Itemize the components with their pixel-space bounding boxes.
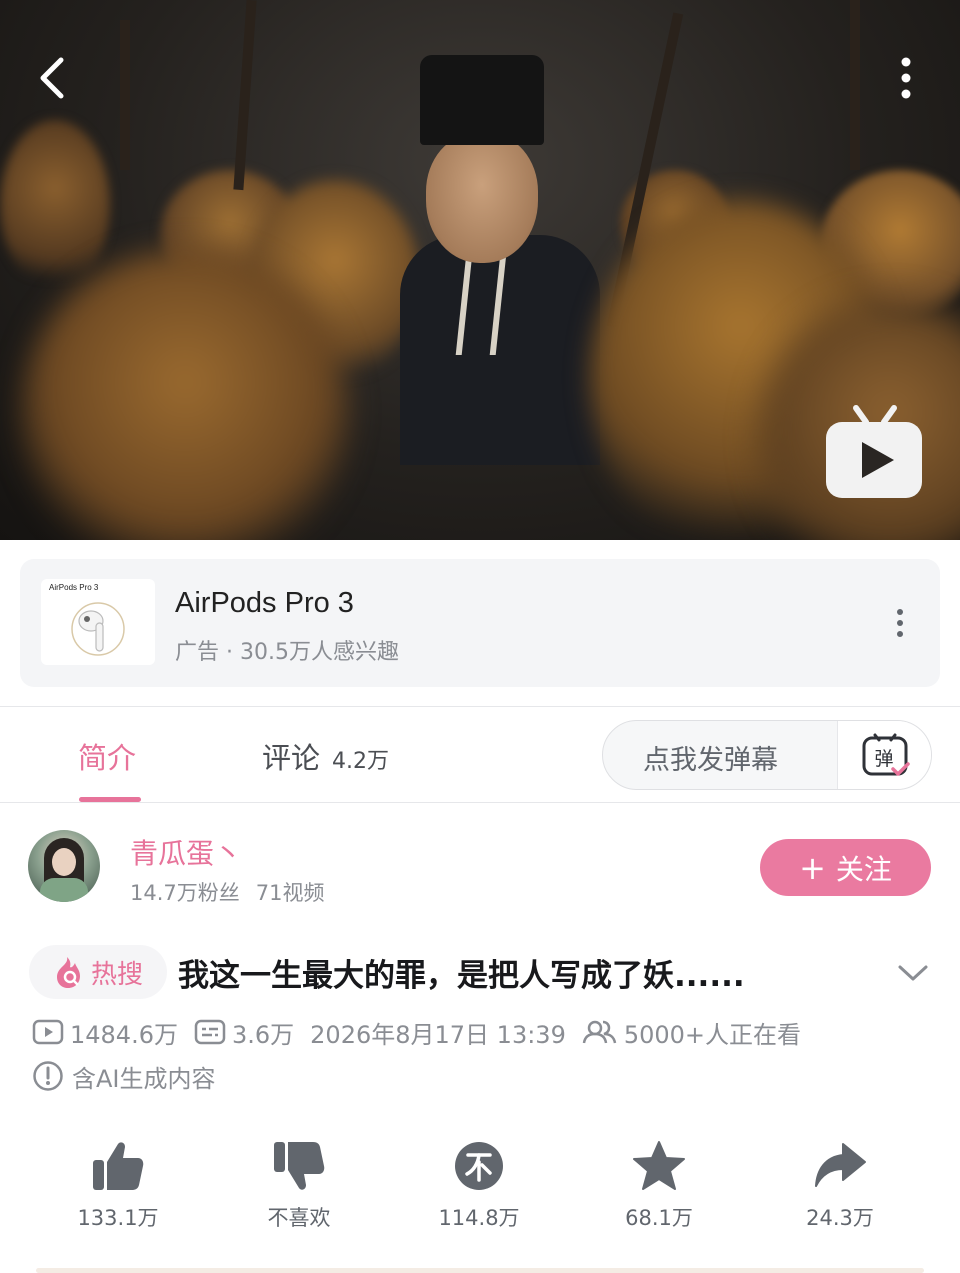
- chevron-down-icon[interactable]: [895, 958, 931, 988]
- video-title: 我这一生最大的罪，是把人写成了妖......: [178, 958, 745, 994]
- watching-value: 5000+人正在看: [623, 1020, 802, 1049]
- ad-thumbnail: AirPods Pro 3: [41, 579, 155, 665]
- info-icon: [33, 1061, 63, 1091]
- danmaku-input[interactable]: 点我发弹幕 弹: [602, 720, 932, 790]
- uploader-name[interactable]: 青瓜蛋丶: [130, 832, 242, 872]
- tab-intro[interactable]: 简介: [78, 735, 136, 777]
- back-icon[interactable]: [26, 52, 78, 104]
- danmaku-count: 3.6万: [194, 1015, 294, 1050]
- hot-search-icon: [56, 957, 80, 988]
- ad-more-icon[interactable]: [886, 603, 914, 643]
- video-frame-detail: [850, 0, 860, 170]
- video-frame-detail: [0, 120, 110, 290]
- ad-subtitle: 广告 · 30.5万人感兴趣: [175, 640, 399, 665]
- bottom-divider: [36, 1268, 924, 1273]
- avatar[interactable]: [28, 830, 100, 902]
- video-player[interactable]: [0, 0, 960, 540]
- danmaku-icon-char: 弹: [874, 748, 893, 770]
- coin-icon: [455, 1142, 503, 1190]
- ad-title: AirPods Pro 3: [175, 587, 354, 619]
- view-count-value: 1484.6万: [70, 1020, 178, 1049]
- ai-content-notice: 含AI生成内容: [32, 1058, 216, 1094]
- coin-count: 114.8万: [438, 1206, 520, 1230]
- ad-thumbnail-caption: AirPods Pro 3: [49, 583, 99, 592]
- share-icon: [815, 1143, 866, 1187]
- like-icon: [93, 1142, 144, 1190]
- tab-comments-count: 4.2万: [332, 749, 390, 774]
- tab-comments-label: 评论: [262, 741, 321, 775]
- ai-notice-text: 含AI生成内容: [72, 1064, 216, 1093]
- video-frame-figure: [400, 55, 610, 465]
- coin-button[interactable]: 114.8万: [419, 1136, 539, 1236]
- video-frame-detail: [233, 0, 257, 191]
- publish-time: 2026年8月17日 13:39: [310, 1020, 566, 1049]
- watching-icon: [582, 1020, 617, 1044]
- favorite-count: 68.1万: [625, 1206, 693, 1230]
- video-frame-detail: [120, 20, 130, 170]
- tv-play-icon[interactable]: [822, 402, 926, 502]
- follow-button[interactable]: + 关注: [760, 839, 931, 896]
- danmaku-count-icon: [194, 1019, 226, 1045]
- danmaku-placeholder: 点我发弹幕: [643, 745, 778, 776]
- danmaku-count-value: 3.6万: [231, 1020, 295, 1049]
- share-button[interactable]: 24.3万: [780, 1136, 900, 1236]
- tab-comments[interactable]: 评论 4.2万: [262, 735, 389, 777]
- dislike-icon: [274, 1142, 325, 1190]
- divider: [0, 706, 960, 707]
- danmaku-icon: 弹: [862, 733, 910, 776]
- watching-count: 5000+人正在看: [582, 1015, 801, 1050]
- view-count: 1484.6万: [32, 1015, 178, 1050]
- follow-label: 关注: [835, 852, 892, 886]
- favorite-icon: [633, 1141, 685, 1190]
- uploader-fans: 14.7万粉丝: [130, 881, 240, 905]
- hot-search-label: 热搜: [90, 959, 143, 990]
- favorite-button[interactable]: 68.1万: [599, 1136, 719, 1236]
- uploader-stats: 14.7万粉丝 71视频: [130, 877, 325, 907]
- like-count: 133.1万: [77, 1206, 159, 1230]
- dislike-label: 不喜欢: [267, 1206, 331, 1230]
- play-count-icon: [32, 1019, 64, 1045]
- like-button[interactable]: 133.1万: [58, 1136, 178, 1236]
- dislike-button[interactable]: 不喜欢: [239, 1136, 359, 1236]
- video-meta: 1484.6万 3.6万 2026年8月17日 13:39 5000+人正在看: [32, 1014, 801, 1050]
- more-vertical-icon[interactable]: [880, 52, 932, 104]
- uploader-videos: 71视频: [255, 881, 325, 905]
- divider: [0, 802, 960, 803]
- hot-search-badge[interactable]: 热搜: [29, 945, 167, 999]
- danmaku-toggle-button[interactable]: 弹: [837, 721, 931, 789]
- plus-icon: +: [799, 848, 826, 887]
- share-count: 24.3万: [806, 1206, 874, 1230]
- ad-card[interactable]: AirPods Pro 3 AirPods Pro 3 广告 · 30.5万人感…: [20, 559, 940, 687]
